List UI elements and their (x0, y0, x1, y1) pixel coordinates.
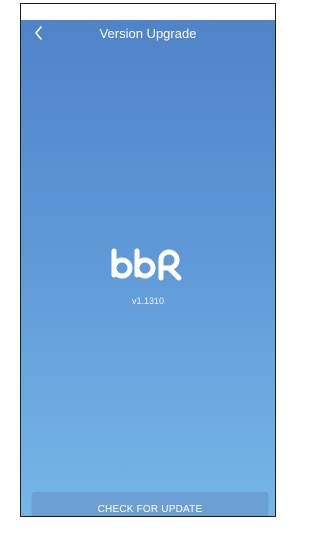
app-screen: Version Upgrade v1.1310 CHECK FOR UPDATE (20, 3, 276, 517)
header-bar: Version Upgrade (21, 20, 275, 48)
version-label: v1.1310 (131, 296, 165, 306)
page-title: Version Upgrade (99, 26, 197, 41)
status-bar (21, 4, 275, 20)
bbr-logo (111, 248, 182, 281)
check-for-update-button[interactable]: CHECK FOR UPDATE (32, 492, 268, 516)
